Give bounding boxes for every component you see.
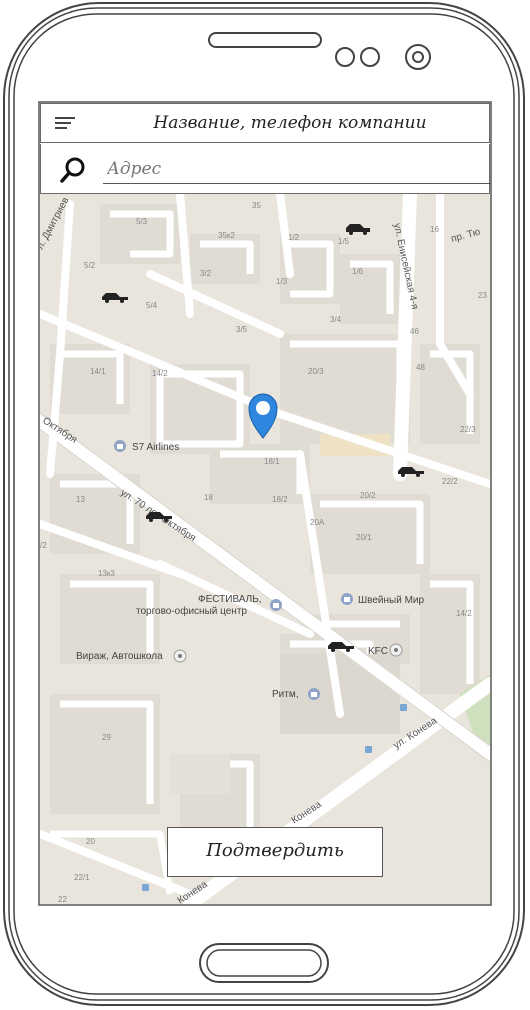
house-number: 1/2 xyxy=(288,233,300,242)
company-title: Название, телефон компании xyxy=(153,113,427,133)
map-view[interactable]: ул. 70 лет Октября Октября ул. Енисейска… xyxy=(40,194,490,904)
poi-kfc[interactable]: KFC xyxy=(368,643,403,657)
house-number: 20/2 xyxy=(360,491,376,500)
poi-label: Вираж, Автошкола xyxy=(76,651,163,662)
house-number: 5/4 xyxy=(146,301,158,310)
confirm-button[interactable]: Подтвердить xyxy=(167,827,383,877)
house-number: 5/2 xyxy=(84,261,96,270)
house-number: 20А xyxy=(310,518,325,527)
house-number: 20/3 xyxy=(308,367,324,376)
poi-label: S7 Airlines xyxy=(132,442,179,453)
house-number: 20/1 xyxy=(356,533,372,542)
house-number: 22/3 xyxy=(460,425,476,434)
poi-label: Ритм, xyxy=(272,689,299,700)
app-header: Название, телефон компании xyxy=(40,103,490,143)
poi-ritm[interactable]: Ритм, xyxy=(272,688,320,700)
address-input[interactable] xyxy=(103,155,491,184)
search-icon[interactable] xyxy=(59,156,87,184)
house-number: 1/6 xyxy=(352,267,364,276)
house-number: 18/1 xyxy=(264,457,280,466)
bus-stop-icon xyxy=(142,884,149,891)
house-number: 1/3 xyxy=(276,277,288,286)
house-number: 46 xyxy=(410,327,419,336)
house-number: 13 xyxy=(76,495,85,504)
house-number: 23 xyxy=(478,291,487,300)
poi-label: торгово-офисный центр xyxy=(136,605,247,617)
house-number: 18/2 xyxy=(272,495,288,504)
house-number: 22/1 xyxy=(74,873,90,882)
house-number: /2 xyxy=(40,541,47,550)
poi-label: ФЕСТИВАЛЬ, xyxy=(198,594,262,605)
house-number: 16 xyxy=(430,225,439,234)
house-number: 22/2 xyxy=(442,477,458,486)
house-number: 22 xyxy=(58,895,67,904)
house-number: 13к3 xyxy=(98,569,115,578)
house-number: 3/4 xyxy=(330,315,342,324)
house-number: 18 xyxy=(204,493,213,502)
house-number: 29 xyxy=(102,733,111,742)
bus-stop-icon xyxy=(365,746,372,753)
house-number: 48 xyxy=(416,363,425,372)
poi-label: KFC xyxy=(368,646,388,657)
house-number: 20 xyxy=(86,837,95,846)
house-number: 14/2 xyxy=(456,609,472,618)
house-number: 14/1 xyxy=(90,367,106,376)
bus-stop-icon xyxy=(400,704,407,711)
house-number: 35к2 xyxy=(218,231,235,240)
menu-icon[interactable] xyxy=(51,112,79,134)
search-bar xyxy=(40,144,491,194)
house-number: 14/2 xyxy=(152,369,168,378)
house-number: 1/5 xyxy=(338,237,350,246)
house-number: 3/2 xyxy=(200,269,212,278)
map-canvas[interactable]: ул. 70 лет Октября Октября ул. Енисейска… xyxy=(40,194,490,904)
house-number: 5/3 xyxy=(136,217,148,226)
house-number: 3/5 xyxy=(236,325,248,334)
house-number: 35 xyxy=(252,201,261,210)
poi-label: Швейный Мир xyxy=(358,595,425,606)
